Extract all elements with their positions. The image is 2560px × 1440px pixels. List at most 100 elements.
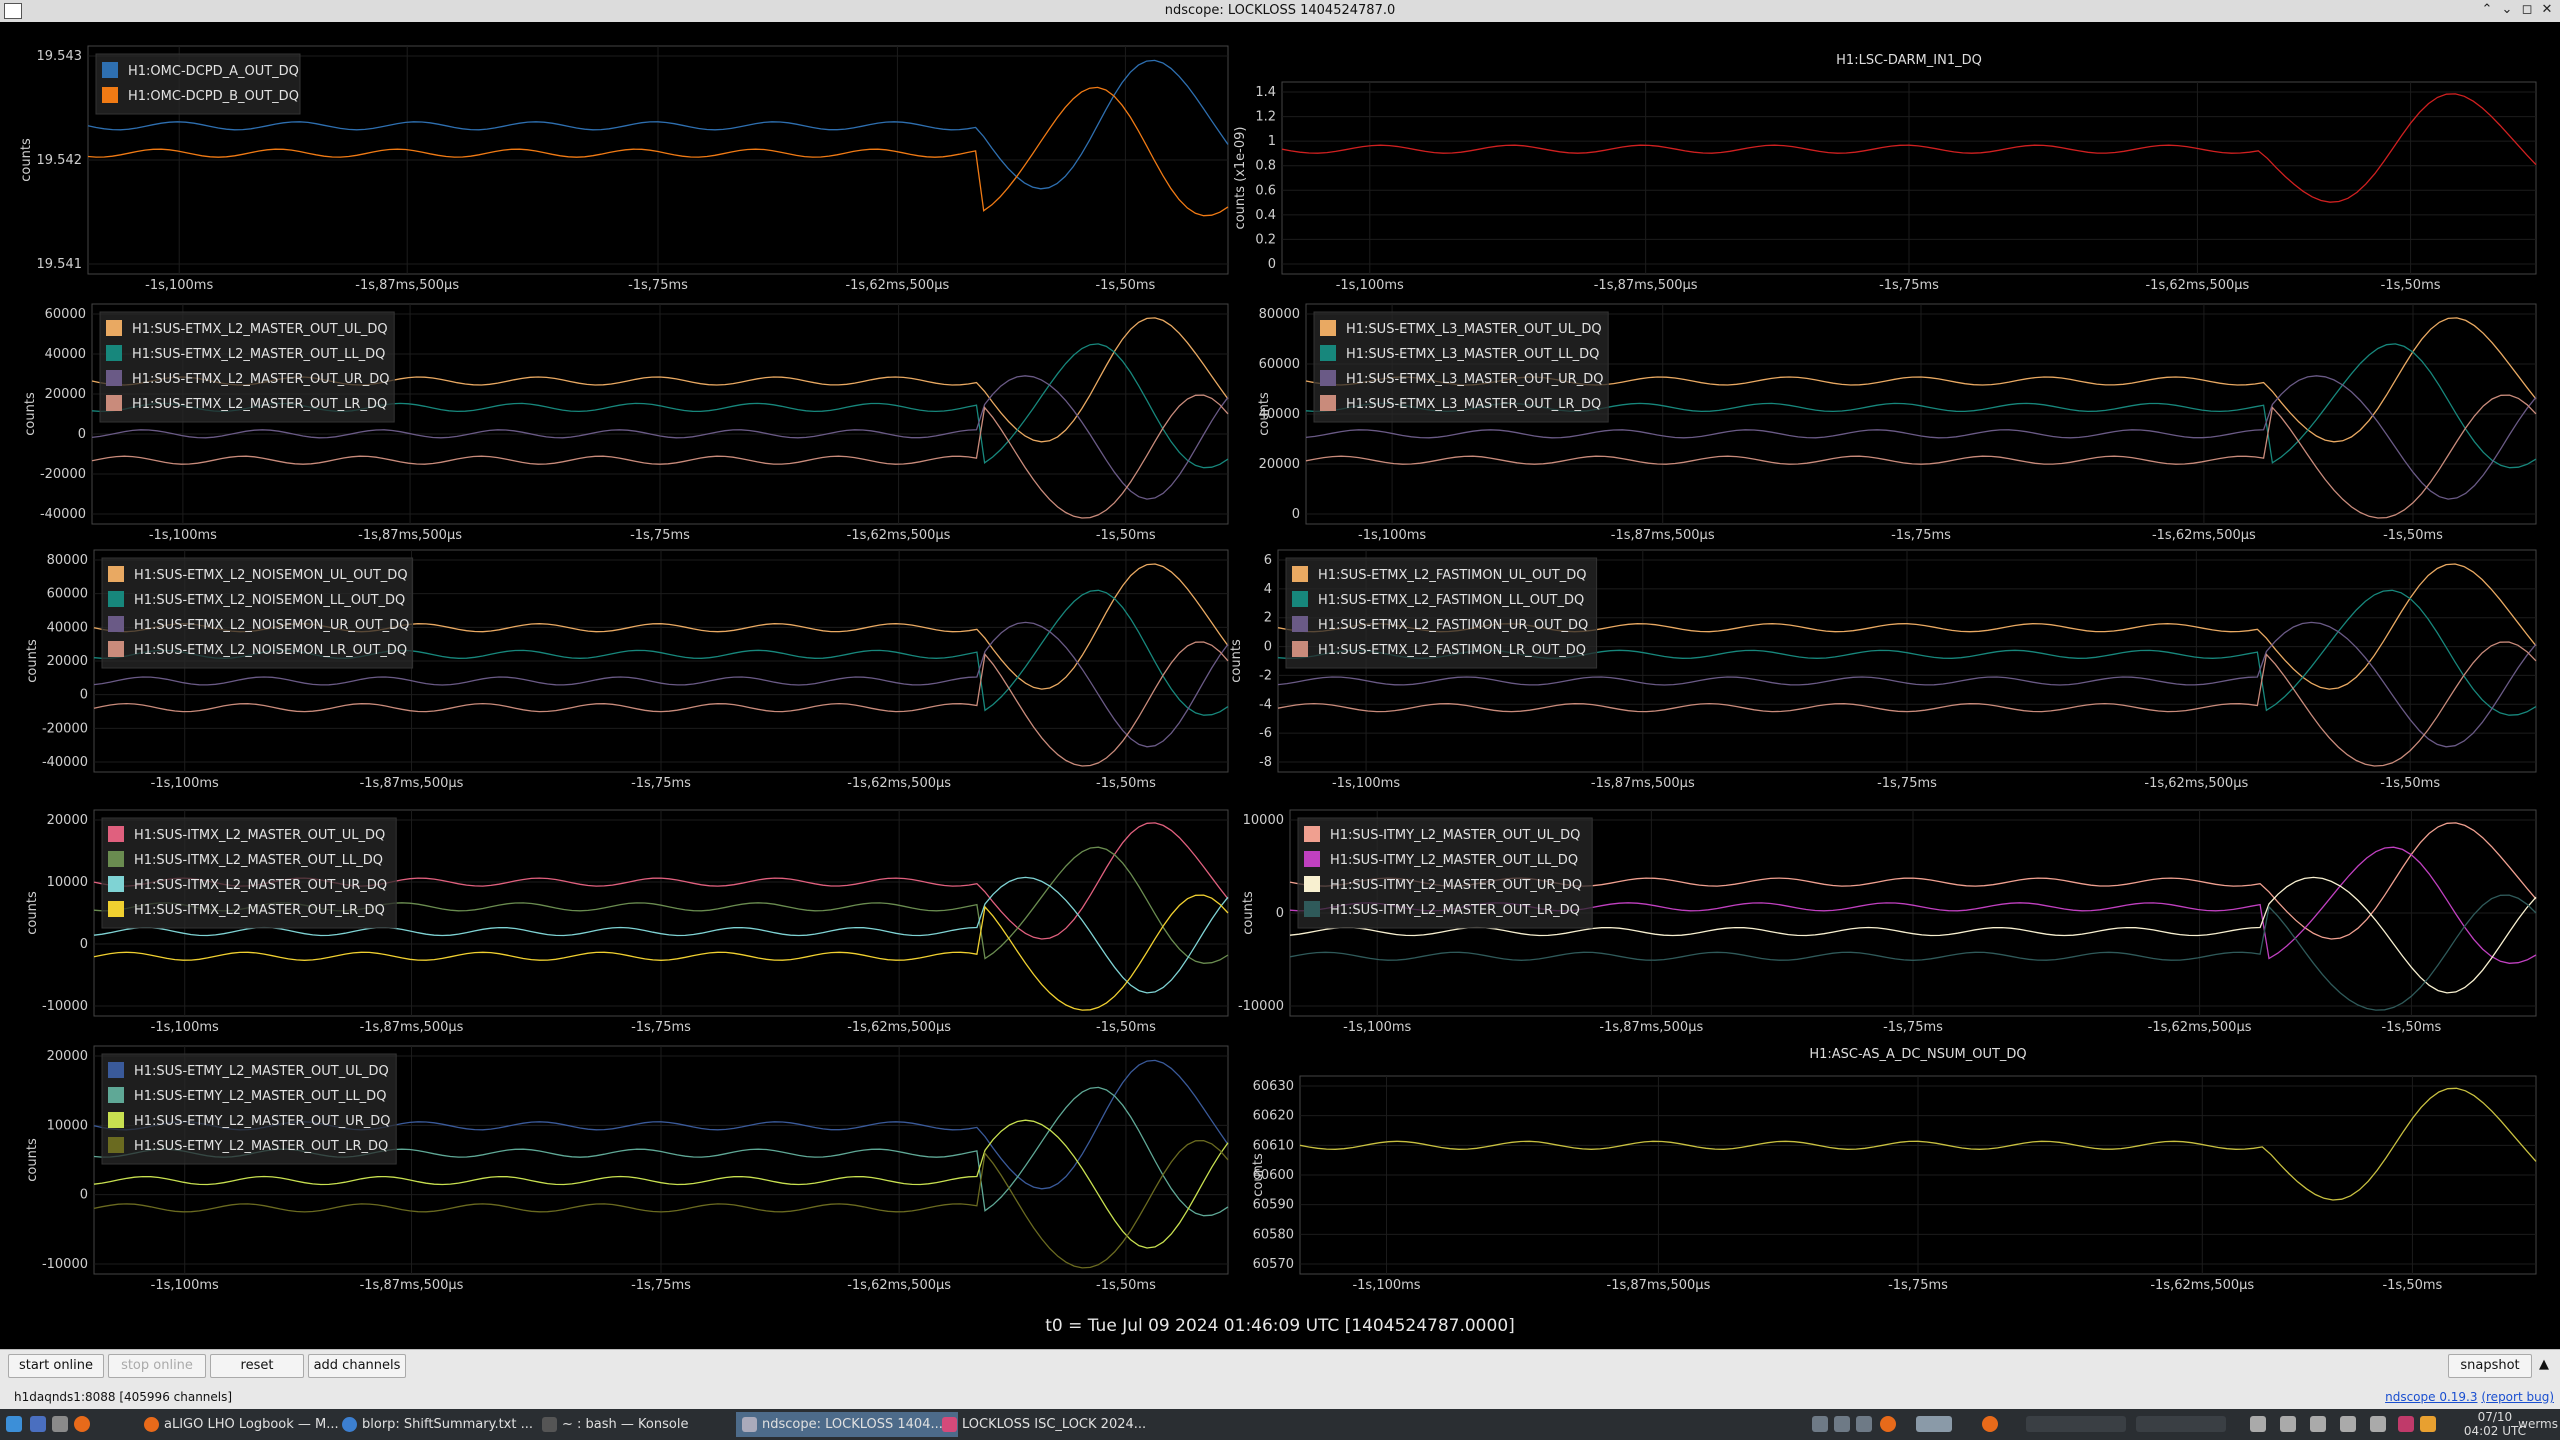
window-thumb-icon[interactable] [1834,1416,1850,1432]
plot-lsc-darm[interactable]: -1s,100ms -1s,87ms,500µs -1s,75ms -1s,62ms,… [1233,53,2537,293]
desktop-pager-icon[interactable] [30,1416,46,1432]
plot-asc-as-a[interactable]: -1s,100ms -1s,87ms,500µs -1s,75ms -1s,62ms,… [1251,1047,2537,1293]
legend-swatch [108,1087,124,1103]
window-thumb-icon[interactable] [1916,1416,1952,1432]
window-menu-icon[interactable]: ⌄ [2498,2,2516,20]
plot-area[interactable]: -1s,100ms -1s,87ms,500µs -1s,75ms -1s,62ms,… [0,22,2560,1322]
pager-desktop-icon[interactable] [2026,1416,2126,1432]
legend-label: H1:SUS-ITMY_L2_MASTER_OUT_UR_DQ [1330,878,1582,893]
legend-label: H1:SUS-ETMX_L2_NOISEMON_LL_OUT_DQ [134,593,405,608]
x-tick-label: -1s,62ms,500µs [847,1020,951,1035]
y-tick-label: 0 [80,937,88,952]
legend-swatch [1292,566,1308,582]
firefox-icon[interactable] [74,1416,90,1432]
network-icon[interactable] [2370,1416,2386,1432]
report-bug-link[interactable]: (report bug) [2481,1390,2554,1404]
plot-etmx-l3-master[interactable]: -1s,100ms -1s,87ms,500µs -1s,75ms -1s,62ms,… [1257,303,2537,543]
y-axis-label: counts [25,639,40,683]
x-tick-label: -1s,87ms,500µs [1594,278,1698,293]
stop-online-button[interactable]: stop online [108,1354,206,1378]
legend-label: H1:SUS-ETMX_L3_MASTER_OUT_UR_DQ [1346,372,1603,387]
x-tick-label: -1s,75ms [1883,1020,1943,1035]
add-channels-button[interactable]: add channels [308,1354,406,1378]
control-bar: start online stop online reset add chann… [0,1349,2560,1410]
task-lockloss[interactable]: LOCKLOSS ISC_LOCK 2024... [936,1412,1158,1437]
maximize-icon[interactable]: ◻ [2518,2,2536,20]
firefox-icon[interactable] [1982,1416,1998,1432]
x-tick-label: -1s,62ms,500µs [2150,1278,2254,1293]
y-tick-label: -2 [1259,668,1272,683]
window-thumb-icon[interactable] [1856,1416,1872,1432]
legend-label: H1:SUS-ETMX_L2_NOISEMON_UR_OUT_DQ [134,618,409,633]
plot-itmy-l2-master[interactable]: -1s,100ms -1s,87ms,500µs -1s,75ms -1s,62ms,… [1238,809,2537,1035]
x-tick-label: -1s,50ms [2382,1278,2442,1293]
plot-etmy-l2-master[interactable]: -1s,100ms -1s,87ms,500µs -1s,75ms -1s,62ms,… [25,1045,1229,1293]
y-tick-label: -6 [1259,726,1272,741]
y-tick-label: 20000 [47,654,88,669]
x-tick-label: -1s,100ms [151,1278,219,1293]
plot-etmx-l2-noisemon[interactable]: -1s,100ms -1s,87ms,500µs -1s,75ms -1s,62ms,… [25,549,1229,791]
taskbar: aLIGO LHO Logbook — M... blorp: ShiftSum… [0,1409,2560,1440]
snapshot-button[interactable]: snapshot [2448,1354,2532,1378]
y-tick-label: 0.4 [1255,208,1276,223]
x-tick-label: -1s,50ms [1095,278,1155,293]
y-tick-label: 0.8 [1255,159,1276,174]
y-tick-label: 60630 [1253,1079,1294,1094]
display-icon[interactable] [2280,1416,2296,1432]
plot-omc-dcpd[interactable]: -1s,100ms -1s,87ms,500µs -1s,75ms -1s,62ms,… [19,45,1229,293]
y-tick-label: 60580 [1253,1227,1294,1242]
y-tick-label: -10000 [42,999,88,1014]
y-tick-label: 10000 [1243,813,1284,828]
x-tick-label: -1s,87ms,500µs [1591,776,1695,791]
legend-swatch [1304,851,1320,867]
plot-etmx-l2-fastimon[interactable]: -1s,100ms -1s,87ms,500µs -1s,75ms -1s,62ms,… [1229,549,2537,791]
clock[interactable]: 07/10 04:02 UTC [2464,1410,2526,1438]
y-tick-label: -20000 [40,467,86,482]
app-launcher-icon[interactable] [6,1416,22,1432]
y-tick-label: -8 [1259,755,1272,770]
legend-swatch [1304,826,1320,842]
legend-swatch [108,1112,124,1128]
plot-itmx-l2-master[interactable]: -1s,100ms -1s,87ms,500µs -1s,75ms -1s,62ms,… [25,809,1229,1035]
y-tick-label: -40000 [42,755,88,770]
legend-swatch [108,851,124,867]
plot-grid[interactable]: -1s,100ms -1s,87ms,500µs -1s,75ms -1s,62ms,… [0,22,2560,1322]
minimize-icon[interactable]: ⌃ [2478,2,2496,20]
firefox-icon[interactable] [1880,1416,1896,1432]
legend-swatch [1320,345,1336,361]
y-axis-label: counts [1241,891,1256,935]
lockloss-icon [942,1417,957,1432]
legend-label: H1:SUS-ETMY_L2_MASTER_OUT_LR_DQ [134,1139,388,1154]
legend-box[interactable] [95,53,301,115]
task-konsole[interactable]: ~ : bash — Konsole [536,1412,752,1437]
x-tick-label: -1s,87ms,500µs [360,1020,464,1035]
legend-label: H1:SUS-ETMX_L2_MASTER_OUT_UR_DQ [132,372,389,387]
legend-label: H1:SUS-ETMY_L2_MASTER_OUT_UL_DQ [134,1064,389,1079]
files-icon[interactable] [52,1416,68,1432]
clipboard-icon[interactable] [2250,1416,2266,1432]
legend-swatch [1320,395,1336,411]
pager-desktop-icon[interactable] [2136,1416,2226,1432]
y-tick-label: 2 [1264,611,1272,626]
volume-icon[interactable] [2310,1416,2326,1432]
start-online-button[interactable]: start online [8,1354,104,1378]
y-tick-label: 80000 [47,553,88,568]
task-ndscope[interactable]: ndscope: LOCKLOSS 1404... [736,1412,958,1437]
ndscope-version-link[interactable]: ndscope 0.19.3 [2385,1390,2477,1404]
window-thumb-icon[interactable] [1812,1416,1828,1432]
legend-swatch [1292,641,1308,657]
x-tick-label: -1s,75ms [1888,1278,1948,1293]
plot-etmx-l2-master[interactable]: -1s,100ms -1s,87ms,500µs -1s,75ms -1s,62ms,… [23,303,1229,543]
close-icon[interactable]: ✕ [2538,2,2556,20]
reset-button[interactable]: reset [210,1354,304,1378]
x-tick-label: -1s,50ms [2380,776,2440,791]
task-blorp[interactable]: blorp: ShiftSummary.txt ... [336,1412,558,1437]
update-icon[interactable] [2398,1416,2414,1432]
notifications-icon[interactable] [2340,1416,2356,1432]
weather-icon[interactable] [2420,1416,2436,1432]
plot-title: H1:LSC-DARM_IN1_DQ [1836,53,1982,68]
expand-icon[interactable]: ▲ [2534,1354,2554,1376]
x-tick-label: -1s,100ms [149,528,217,543]
task-logbook[interactable]: aLIGO LHO Logbook — M... [138,1412,354,1437]
window-title: ndscope: LOCKLOSS 1404524787.0 [1164,3,1396,18]
